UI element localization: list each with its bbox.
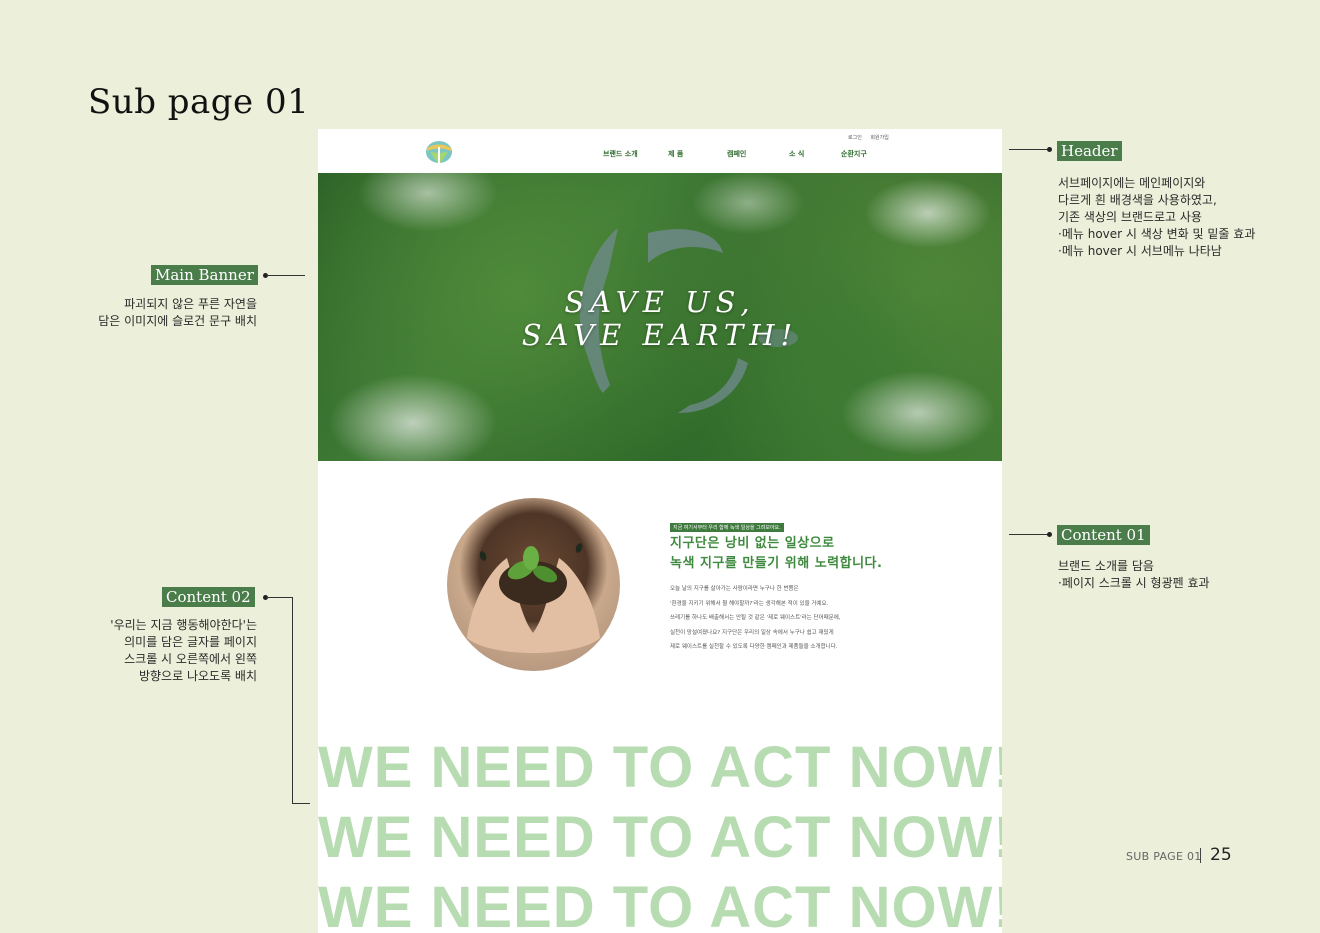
content-body-text: 오늘 날의 지구를 살아가는 사람이라면 누구나 한 번쯤은 '환경을 지키기 … — [670, 586, 841, 650]
util-links: 로그인 회원가입 — [848, 134, 896, 141]
login-link[interactable]: 로그인 — [848, 135, 862, 141]
content02-note: '우리는 지금 행동해야한다'는 의미를 담은 글자를 페이지 스크롤 시 오른… — [110, 618, 257, 683]
banner-slogan-line1: SAVE US, — [564, 285, 756, 319]
content02-connector-line-bottom — [292, 803, 310, 804]
main-banner-tag: Main Banner — [151, 265, 258, 285]
main-banner: SAVE US, SAVE EARTH! — [318, 173, 1002, 461]
header-tag: Header — [1057, 141, 1122, 161]
footer-separator — [1200, 848, 1201, 863]
content02-tag: Content 02 — [162, 587, 255, 607]
content-heading: 지구단은 낭비 없는 일상으로 녹색 지구를 만들기 위해 노력합니다. — [670, 536, 883, 571]
banner-slogan-line2: SAVE EARTH! — [521, 318, 799, 352]
subpage-mockup: 로그인 회원가입 브랜드 소개 제 품 캠페인 소 식 순환지구 SAVE US… — [318, 129, 1002, 933]
footer-section-label: SUB PAGE 01 — [1126, 850, 1202, 863]
act-now-line-3: WE NEED TO ACT NOW! — [318, 875, 1002, 933]
main-nav: 브랜드 소개 제 품 캠페인 소 식 순환지구 — [318, 149, 1002, 159]
act-now-marquee: WE NEED TO ACT NOW! WE NEED TO ACT NOW! … — [318, 733, 1002, 933]
nav-item-brand[interactable]: 브랜드 소개 — [603, 149, 638, 159]
site-header: 로그인 회원가입 브랜드 소개 제 품 캠페인 소 식 순환지구 — [318, 129, 1002, 173]
content02-connector-line-vertical — [292, 597, 293, 804]
content02-connector-line-top — [266, 597, 292, 598]
nav-item-products[interactable]: 제 품 — [668, 149, 683, 159]
act-now-line-2: WE NEED TO ACT NOW! — [318, 805, 1002, 870]
page-title: Sub page 01 — [88, 82, 310, 122]
hands-soil-sprout-image — [447, 498, 620, 671]
header-connector-dot — [1047, 147, 1052, 152]
header-connector-line — [1009, 149, 1049, 150]
join-link[interactable]: 회원가입 — [870, 135, 888, 141]
main-banner-note: 파괴되지 않은 푸른 자연을 담은 이미지에 슬로건 문구 배치 — [98, 297, 257, 328]
nav-item-campaign[interactable]: 캠페인 — [727, 149, 746, 159]
main-banner-connector-line — [266, 275, 305, 276]
nav-item-circular-earth[interactable]: 순환지구 — [841, 149, 867, 159]
content01-tag: Content 01 — [1057, 525, 1150, 545]
content01-note: 브랜드 소개를 담음 ·페이지 스크롤 시 형광펜 효과 — [1058, 559, 1210, 590]
content01-connector-line — [1009, 534, 1049, 535]
content01-connector-dot — [1047, 532, 1052, 537]
page-number: 25 — [1210, 845, 1232, 865]
content-highlight-badge: 지금 여기서부터 우리 함께 녹색 일상을 그려보아요. — [670, 523, 784, 532]
nav-item-news[interactable]: 소 식 — [789, 149, 804, 159]
act-now-line-1: WE NEED TO ACT NOW! — [318, 735, 1002, 800]
header-note: 서브페이지에는 메인페이지와 다르게 흰 배경색을 사용하였고, 기존 색상의 … — [1058, 176, 1256, 258]
